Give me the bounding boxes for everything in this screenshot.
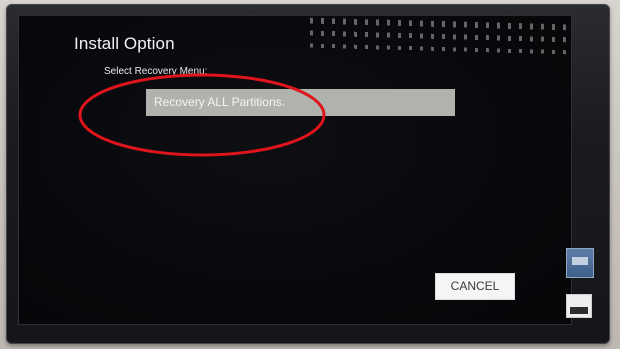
install-option-screen: Install Option Select Recovery Menu: Rec… — [18, 15, 572, 325]
photo-frame: Install Option Select Recovery Menu: Rec… — [0, 0, 620, 349]
cancel-button[interactable]: CANCEL — [435, 273, 515, 300]
recovery-all-partitions-option[interactable]: Recovery ALL Partitions. — [146, 89, 455, 116]
side-sticker — [566, 248, 594, 278]
dialog-title: Install Option — [74, 34, 175, 53]
monitor-bezel: Install Option Select Recovery Menu: Rec… — [6, 4, 610, 344]
energy-sticker — [566, 294, 592, 318]
recovery-menu-label: Select Recovery Menu: — [104, 66, 208, 77]
screen-glare — [310, 17, 572, 65]
